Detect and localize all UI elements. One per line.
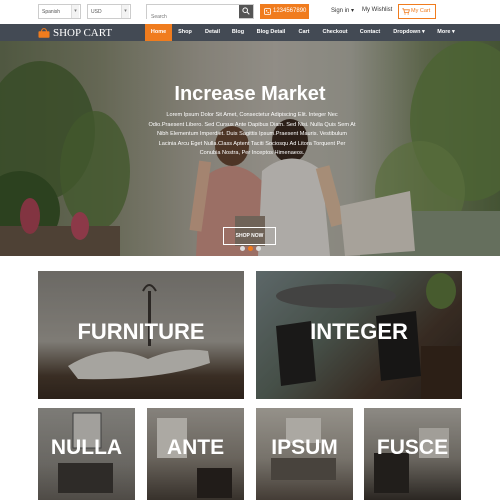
category-tile-nulla[interactable]: NULLA [38,408,135,500]
chevron-down-icon: ▾ [121,5,129,18]
carousel-dot-active[interactable] [248,246,253,251]
category-label: INTEGER [310,319,408,344]
nav-item-cart[interactable]: Cart [294,24,314,41]
hero-banner: Increase Market Lorem Ipsum Dolor Sit Am… [0,41,500,256]
category-label: FURNITURE [77,319,205,344]
category-label: NULLA [50,436,123,459]
nav-item-blog-detail[interactable]: Blog Detail [252,24,290,41]
search-button[interactable] [239,5,253,18]
nav-item-dropdown[interactable]: Dropdown ▾ [390,24,428,41]
phone-badge[interactable]: 1234567890 [260,4,309,19]
currency-value: USD [91,9,102,15]
search-input[interactable] [147,10,239,24]
category-label: ANTE [166,436,225,459]
category-tile-ipsum[interactable]: IPSUM [256,408,353,500]
logo[interactable]: SHOP CART [38,26,112,40]
cart-icon [402,8,410,15]
category-tile-furniture[interactable]: FURNITURE [38,271,244,399]
category-label: IPSUM [271,436,338,459]
chevron-down-icon: ▾ [71,5,79,18]
cart-button[interactable]: My Cart [398,4,436,19]
phone-icon [264,8,271,15]
shopping-bag-icon [38,28,50,38]
category-tile-ante[interactable]: ANTE [147,408,244,500]
wishlist-link[interactable]: My Wishlist [362,7,392,13]
carousel-dot[interactable] [256,246,261,251]
nav-item-contact[interactable]: Contact [357,24,383,41]
nav-item-shop[interactable]: Shop [174,24,196,41]
category-label: FUSCE [376,436,449,459]
category-tile-fusce[interactable]: FUSCE [364,408,461,500]
top-bar: Spanish ▾ USD ▾ 1234567890 Sign in ▾ My … [0,0,500,24]
category-tile-integer[interactable]: INTEGER [256,271,462,399]
shop-now-button[interactable]: SHOP NOW [223,227,276,245]
nav-item-more[interactable]: More ▾ [433,24,459,41]
search-icon [242,7,250,15]
nav-item-home[interactable]: Home [145,24,172,41]
cart-label: My Cart [411,8,431,14]
sign-in-link[interactable]: Sign in ▾ [331,7,354,14]
carousel-dot[interactable] [240,246,245,251]
search-box [146,4,254,24]
nav-item-detail[interactable]: Detail [200,24,225,41]
phone-number: 1234567890 [273,8,307,14]
main-nav: SHOP CART Home Shop Detail Blog Blog Det… [0,24,500,41]
nav-item-checkout[interactable]: Checkout [319,24,351,41]
language-select[interactable]: Spanish ▾ [38,4,81,19]
currency-select[interactable]: USD ▾ [87,4,131,19]
hero-title: Increase Market [174,83,326,105]
nav-item-blog[interactable]: Blog [228,24,248,41]
language-value: Spanish [42,9,61,15]
logo-text: SHOP CART [53,27,113,39]
hero-text: Lorem Ipsum Dolor Sit Amet, Consectetur … [148,112,356,157]
